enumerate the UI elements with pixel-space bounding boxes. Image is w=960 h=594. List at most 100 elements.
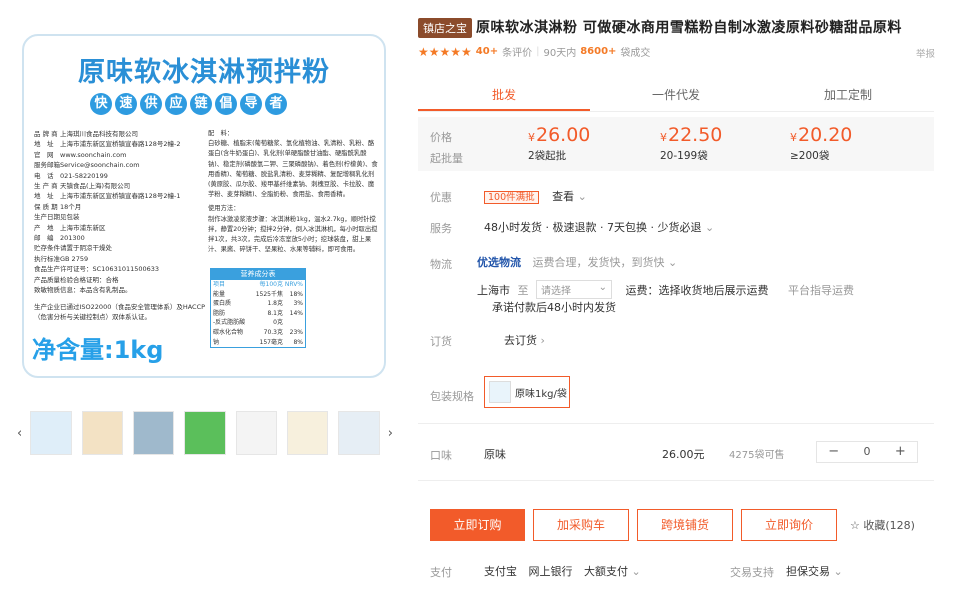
- chevron-left-icon[interactable]: ‹: [14, 426, 25, 441]
- product-title: 原味软冰淇淋粉 可做硬冰商用雪糕粉自制冰激凌原料砂糖甜品原料: [476, 20, 902, 36]
- nutrition-cell: 脂肪: [213, 309, 226, 317]
- nutrition-cell: 157毫克: [259, 338, 283, 346]
- thumbnail[interactable]: [30, 411, 72, 455]
- favorite-button[interactable]: ☆ 收藏(128): [850, 517, 915, 533]
- tier-price: 22.50: [668, 124, 723, 146]
- tier-qty: 2袋起批: [528, 150, 567, 162]
- tier-qty: ≥200袋: [790, 150, 830, 162]
- thumbnail[interactable]: [287, 411, 329, 455]
- package-slogan: 快 速 供 应 链 倡 导 者: [90, 93, 287, 115]
- service-text: 48小时发货 · 极速退款 · 7天包换 · 少货必退: [484, 221, 702, 234]
- nutrition-table: 营养成分表 项目 每100克 NRV% 能量 1525千焦 18% 蛋白质 1.8克 3% …: [210, 268, 306, 349]
- info-value: Service@soonchain.com: [60, 161, 140, 170]
- info-value: 天镇食品(上海)有限公司: [60, 182, 131, 191]
- promo-view-link[interactable]: 查看: [552, 190, 574, 203]
- tab-custom[interactable]: 加工定制: [762, 78, 934, 111]
- freight-text: 运费：选择收货地后展示运费: [625, 284, 769, 297]
- thumbnail[interactable]: [132, 411, 175, 455]
- currency: ¥: [660, 131, 667, 144]
- thumbnail[interactable]: [81, 411, 123, 455]
- nutrition-row: 能量 1525千焦 18%: [211, 290, 305, 300]
- sku-price: 26.00元: [662, 448, 705, 461]
- package-info: 品 牌 商上海琪川食品科技有限公司 地 址上海市浦东新区宣桥镇宣春路128号2幢…: [34, 129, 206, 322]
- freight-guide-link[interactable]: 平台指导运费: [788, 284, 854, 297]
- chevron-down-icon: ⌄: [631, 565, 641, 578]
- ship-to-label: 至: [517, 284, 529, 297]
- tab-wholesale[interactable]: 批发: [418, 78, 590, 111]
- info-value: 上海市浦东新区宣桥镇宣春路128号2幢-1: [60, 192, 181, 201]
- product-main-image[interactable]: 原味软冰淇淋预拌粉 快 速 供 应 链 倡 导 者 品 牌 商上海琪川食品科技有…: [22, 34, 386, 378]
- quantity-stepper: − 0 +: [816, 441, 918, 463]
- info-value: 上海市浦东新区: [60, 223, 106, 232]
- nutrition-cell: 钠: [213, 338, 220, 346]
- cross-border-button[interactable]: 跨境铺货: [637, 509, 733, 541]
- review-count[interactable]: 40+: [476, 46, 498, 57]
- ship-from: 上海市: [477, 284, 510, 297]
- destination-select[interactable]: 请选择 ⌄: [536, 280, 612, 299]
- thumbnail[interactable]: [338, 411, 380, 455]
- tier-price: 26.00: [536, 124, 591, 146]
- pay-large[interactable]: 大额支付: [584, 565, 628, 578]
- nutrition-cell: 8%: [293, 338, 303, 346]
- slogan-char: 链: [190, 93, 212, 115]
- currency: ¥: [790, 131, 797, 144]
- sales-suffix: 袋成交: [620, 48, 651, 59]
- slogan-char: 倡: [215, 93, 237, 115]
- plus-button[interactable]: +: [884, 442, 917, 462]
- info-key: 邮 编: [34, 234, 54, 243]
- report-link[interactable]: 举报: [916, 46, 935, 60]
- price-tier: ¥20.20 ≥200袋: [790, 124, 852, 163]
- info-value: 上海琪川食品科技有限公司: [60, 130, 138, 138]
- spec-option[interactable]: 原味1kg/袋: [484, 376, 570, 408]
- nutrition-row: -反式脂肪酸 0克: [211, 318, 305, 328]
- thumbnail[interactable]: [235, 411, 278, 455]
- info-value: 请置于阴凉干燥处: [60, 244, 112, 253]
- nutrition-title: 营养成分表: [211, 269, 305, 280]
- info-key: 电 话: [34, 171, 54, 180]
- trade-support[interactable]: 担保交易 ⌄: [786, 563, 843, 579]
- tier-price: 20.20: [798, 124, 853, 146]
- rating-row: ★★★★★ 40+ 条评价 | 90天内 8600+ 袋成交: [418, 44, 651, 60]
- payment-label: 支付: [430, 566, 452, 579]
- add-cart-button[interactable]: 加采购车: [533, 509, 629, 541]
- thumbnail[interactable]: [184, 411, 226, 455]
- quantity-input[interactable]: 0: [850, 442, 883, 462]
- price-tier: ¥26.00 2袋起批: [528, 124, 590, 163]
- favorite-count: 收藏(128): [863, 519, 915, 532]
- price-label: 价格: [430, 131, 452, 144]
- spec-option-text: 原味1kg/袋: [515, 388, 567, 400]
- logistics-brand: 优选物流: [477, 256, 521, 269]
- quality-text: 产品质量检验合格证明：合格: [34, 275, 119, 284]
- chevron-down-icon: ⌄: [704, 221, 715, 234]
- slogan-char: 快: [90, 93, 112, 115]
- select-placeholder: 请选择: [541, 286, 571, 297]
- info-value: GB 2759: [60, 254, 89, 263]
- slogan-char: 供: [140, 93, 162, 115]
- order-link[interactable]: 去订货 ›: [504, 332, 545, 348]
- info-key: 生产日期: [34, 213, 60, 222]
- package-title: 原味软冰淇淋预拌粉: [78, 57, 330, 88]
- logistics-label: 物流: [430, 258, 452, 271]
- order-link-text: 去订货: [504, 334, 537, 347]
- nutrition-cell: NRV%: [284, 281, 303, 288]
- minus-button[interactable]: −: [817, 442, 850, 462]
- star-icon: ★★★★★: [418, 44, 472, 59]
- sales-prefix: 90天内: [543, 48, 577, 59]
- slogan-char: 者: [265, 93, 287, 115]
- info-key: 地 址: [34, 140, 54, 149]
- logistics-desc[interactable]: 运费合理，发货快，到货快: [533, 256, 665, 269]
- promo-row: 100件满批 查看 ⌄: [484, 188, 587, 204]
- sku-stock: 4275袋可售: [729, 450, 785, 461]
- divider: [418, 480, 934, 481]
- inquiry-button[interactable]: 立即询价: [741, 509, 837, 541]
- nutrition-cell: 18%: [289, 290, 303, 298]
- chevron-right-icon[interactable]: ›: [385, 426, 396, 441]
- pay-bank: 网上银行: [528, 565, 573, 578]
- buy-now-button[interactable]: 立即订购: [430, 509, 525, 541]
- service-row[interactable]: 48小时发货 · 极速退款 · 7天包换 · 少货必退 ⌄: [484, 219, 714, 235]
- price-box: 价格 起批量 ¥26.00 2袋起批 ¥22.50 20-199袋 ¥20.20…: [418, 117, 934, 171]
- spec-label: 包装规格: [430, 390, 474, 403]
- info-value: 见包装: [60, 213, 80, 222]
- mode-tabs: 批发 一件代发 加工定制: [418, 78, 934, 112]
- tab-dropship[interactable]: 一件代发: [590, 78, 762, 111]
